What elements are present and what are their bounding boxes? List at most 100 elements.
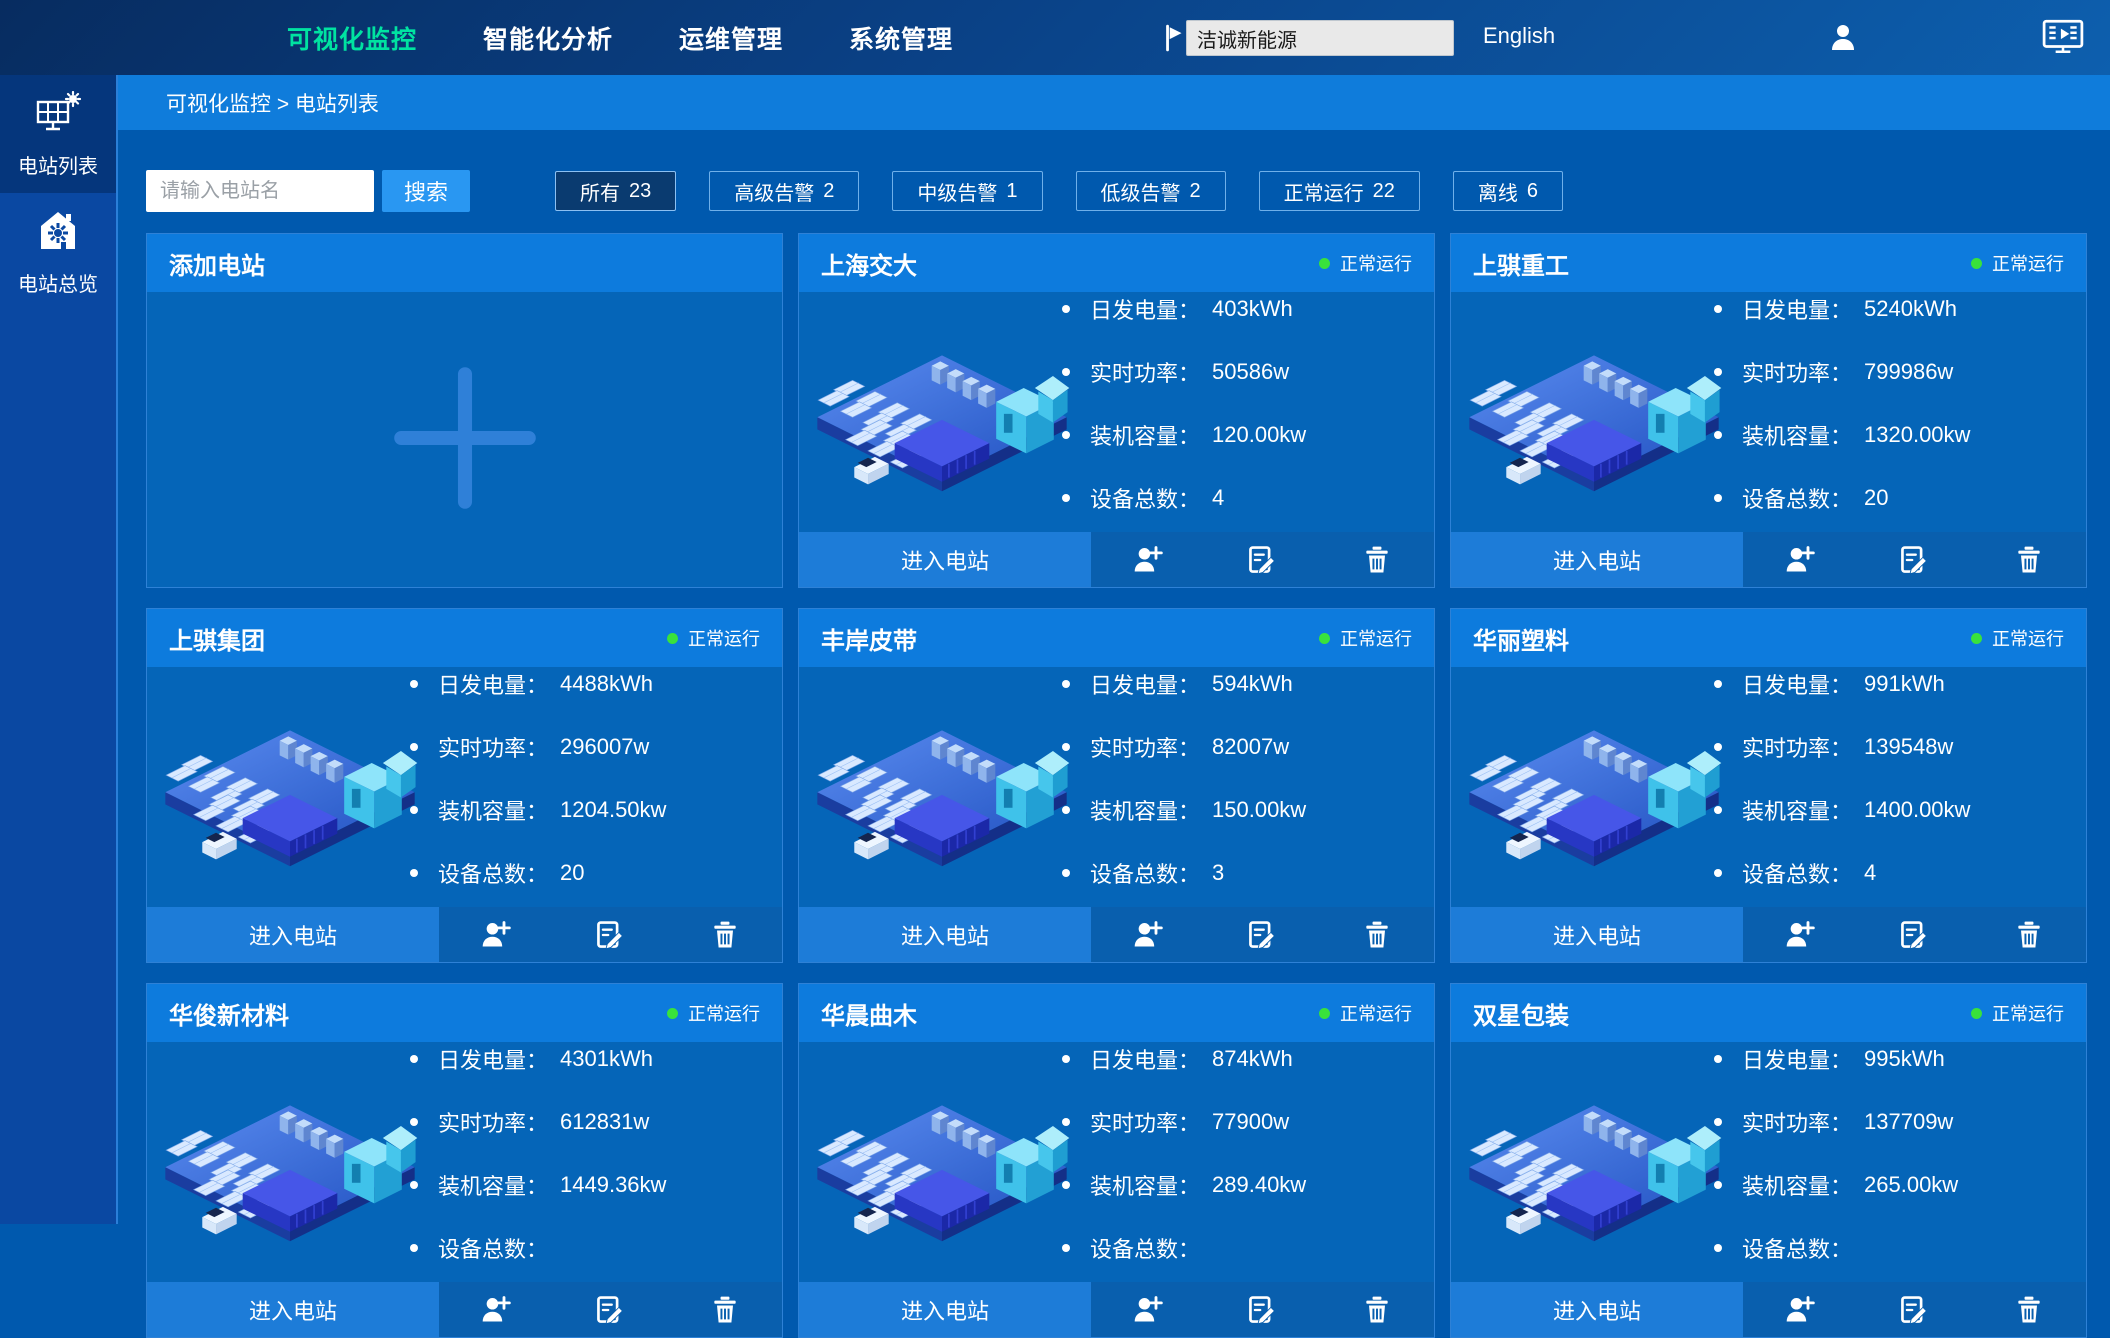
bullet-icon bbox=[1062, 1055, 1070, 1063]
bullet-icon bbox=[410, 1055, 418, 1063]
edit-station-button[interactable] bbox=[1242, 540, 1282, 580]
delete-station-button[interactable] bbox=[1357, 915, 1397, 955]
status-dot-icon bbox=[1319, 1008, 1330, 1019]
delete-station-button[interactable] bbox=[1357, 1290, 1397, 1330]
add-user-button[interactable] bbox=[1128, 1290, 1168, 1330]
delete-station-button[interactable] bbox=[2009, 540, 2049, 580]
metric-list: 日发电量： 874kWh 实时功率： 77900w 装机容量： 289.40kw… bbox=[1062, 1027, 1424, 1279]
edit-station-button[interactable] bbox=[1242, 1290, 1282, 1330]
nav-item-ops-management[interactable]: 运维管理 bbox=[679, 20, 783, 56]
metric-installed-capacity: 装机容量： 265.00kw bbox=[1714, 1153, 2076, 1216]
metric-value: 403kWh bbox=[1212, 296, 1293, 322]
org-search-input[interactable] bbox=[1186, 20, 1454, 56]
status-text: 正常运行 bbox=[1340, 1000, 1412, 1026]
add-user-button[interactable] bbox=[476, 1290, 516, 1330]
add-user-button[interactable] bbox=[1780, 540, 1820, 580]
enter-station-button[interactable]: 进入电站 bbox=[799, 1282, 1091, 1337]
status-dot-icon bbox=[667, 1008, 678, 1019]
delete-station-button[interactable] bbox=[1357, 540, 1397, 580]
filter-normal[interactable]: 正常运行 22 bbox=[1259, 171, 1420, 211]
delete-station-button[interactable] bbox=[705, 1290, 745, 1330]
edit-station-button[interactable] bbox=[1894, 540, 1934, 580]
station-card: 丰岸皮带 正常运行 日发电量： 594kWh 实时功率： 82007w bbox=[798, 608, 1435, 963]
metric-value: 120.00kw bbox=[1212, 422, 1306, 448]
station-3d-illustration bbox=[1465, 1068, 1723, 1258]
add-user-button[interactable] bbox=[1780, 915, 1820, 955]
card-header: 添加电站 bbox=[147, 234, 782, 292]
edit-station-button[interactable] bbox=[1242, 915, 1282, 955]
station-card: 上骐重工 正常运行 日发电量： 5240kWh 实时功率： 799986w bbox=[1450, 233, 2087, 588]
nav-item-system-management[interactable]: 系统管理 bbox=[849, 20, 953, 56]
nav-item-visual-monitoring[interactable]: 可视化监控 bbox=[287, 20, 417, 56]
status-dot-icon bbox=[1971, 1008, 1982, 1019]
metric-label: 设备总数： bbox=[438, 1232, 548, 1264]
enter-station-button[interactable]: 进入电站 bbox=[1451, 1282, 1743, 1337]
filter-offline[interactable]: 离线 6 bbox=[1453, 171, 1563, 211]
station-search-input[interactable] bbox=[146, 170, 374, 212]
metric-installed-capacity: 装机容量： 1400.00kw bbox=[1714, 778, 2076, 841]
metric-list: 日发电量： 995kWh 实时功率： 137709w 装机容量： 265.00k… bbox=[1714, 1027, 2076, 1279]
station-name: 华晨曲木 bbox=[821, 996, 917, 1031]
language-switch[interactable]: English bbox=[1483, 23, 1555, 49]
metric-value: 20 bbox=[1864, 485, 1888, 511]
metric-label: 装机容量： bbox=[1090, 794, 1200, 826]
station-card: 上骐集团 正常运行 日发电量： 4488kWh 实时功率： 296007w bbox=[146, 608, 783, 963]
edit-station-button[interactable] bbox=[590, 1290, 630, 1330]
edit-station-button[interactable] bbox=[1894, 915, 1934, 955]
filter-all[interactable]: 所有 23 bbox=[555, 171, 676, 211]
delete-station-button[interactable] bbox=[705, 915, 745, 955]
enter-station-button[interactable]: 进入电站 bbox=[147, 1282, 439, 1337]
search-button[interactable]: 搜索 bbox=[382, 170, 470, 212]
bullet-icon bbox=[1062, 494, 1070, 502]
metric-installed-capacity: 装机容量： 1449.36kw bbox=[410, 1153, 772, 1216]
add-user-button[interactable] bbox=[476, 915, 516, 955]
sidebar-item-station-list[interactable]: 电站列表 bbox=[0, 75, 116, 193]
nav-item-intelligent-analysis[interactable]: 智能化分析 bbox=[483, 20, 613, 56]
card-actions bbox=[1743, 532, 2086, 587]
status-text: 正常运行 bbox=[1992, 625, 2064, 651]
metric-value: 5240kWh bbox=[1864, 296, 1957, 322]
card-actions bbox=[1091, 907, 1434, 962]
filter-label: 中级告警 bbox=[917, 177, 997, 206]
delete-station-button[interactable] bbox=[2009, 1290, 2049, 1330]
card-footer: 进入电站 bbox=[147, 907, 782, 962]
filter-high-alarm[interactable]: 高级告警 2 bbox=[709, 171, 859, 211]
bullet-icon bbox=[410, 806, 418, 814]
bullet-icon bbox=[1062, 1244, 1070, 1252]
metric-value: 82007w bbox=[1212, 734, 1289, 760]
big-screen-icon[interactable] bbox=[2042, 18, 2084, 56]
station-name: 华俊新材料 bbox=[169, 996, 289, 1031]
add-user-button[interactable] bbox=[1128, 915, 1168, 955]
add-user-icon bbox=[1784, 564, 1816, 579]
filter-count: 6 bbox=[1527, 180, 1538, 203]
delete-station-button[interactable] bbox=[2009, 915, 2049, 955]
filter-count: 2 bbox=[1190, 180, 1201, 203]
enter-station-button[interactable]: 进入电站 bbox=[147, 907, 439, 962]
enter-station-button[interactable]: 进入电站 bbox=[1451, 532, 1743, 587]
metric-label: 日发电量： bbox=[1090, 293, 1200, 325]
filter-label: 正常运行 bbox=[1284, 177, 1364, 206]
enter-station-button[interactable]: 进入电站 bbox=[1451, 907, 1743, 962]
sidebar-item-station-overview[interactable]: 电站总览 bbox=[0, 193, 116, 311]
metric-label: 实时功率： bbox=[438, 1106, 548, 1138]
add-station-button[interactable] bbox=[147, 292, 782, 588]
metric-label: 实时功率： bbox=[1090, 1106, 1200, 1138]
edit-station-button[interactable] bbox=[590, 915, 630, 955]
metric-device-count: 设备总数： bbox=[410, 1216, 772, 1279]
metric-value: 289.40kw bbox=[1212, 1172, 1306, 1198]
add-user-button[interactable] bbox=[1780, 1290, 1820, 1330]
metric-value: 874kWh bbox=[1212, 1046, 1293, 1072]
filter-low-alarm[interactable]: 低级告警 2 bbox=[1076, 171, 1226, 211]
bullet-icon bbox=[1062, 305, 1070, 313]
edit-station-button[interactable] bbox=[1894, 1290, 1934, 1330]
station-3d-illustration bbox=[161, 1068, 419, 1258]
bullet-icon bbox=[410, 869, 418, 877]
filter-mid-alarm[interactable]: 中级告警 1 bbox=[892, 171, 1042, 211]
enter-station-button[interactable]: 进入电站 bbox=[799, 532, 1091, 587]
enter-station-button[interactable]: 进入电站 bbox=[799, 907, 1091, 962]
user-icon[interactable] bbox=[1828, 22, 1858, 52]
add-user-button[interactable] bbox=[1128, 540, 1168, 580]
bullet-icon bbox=[1062, 1181, 1070, 1189]
bullet-icon bbox=[410, 1181, 418, 1189]
metric-device-count: 设备总数： 4 bbox=[1062, 466, 1424, 529]
